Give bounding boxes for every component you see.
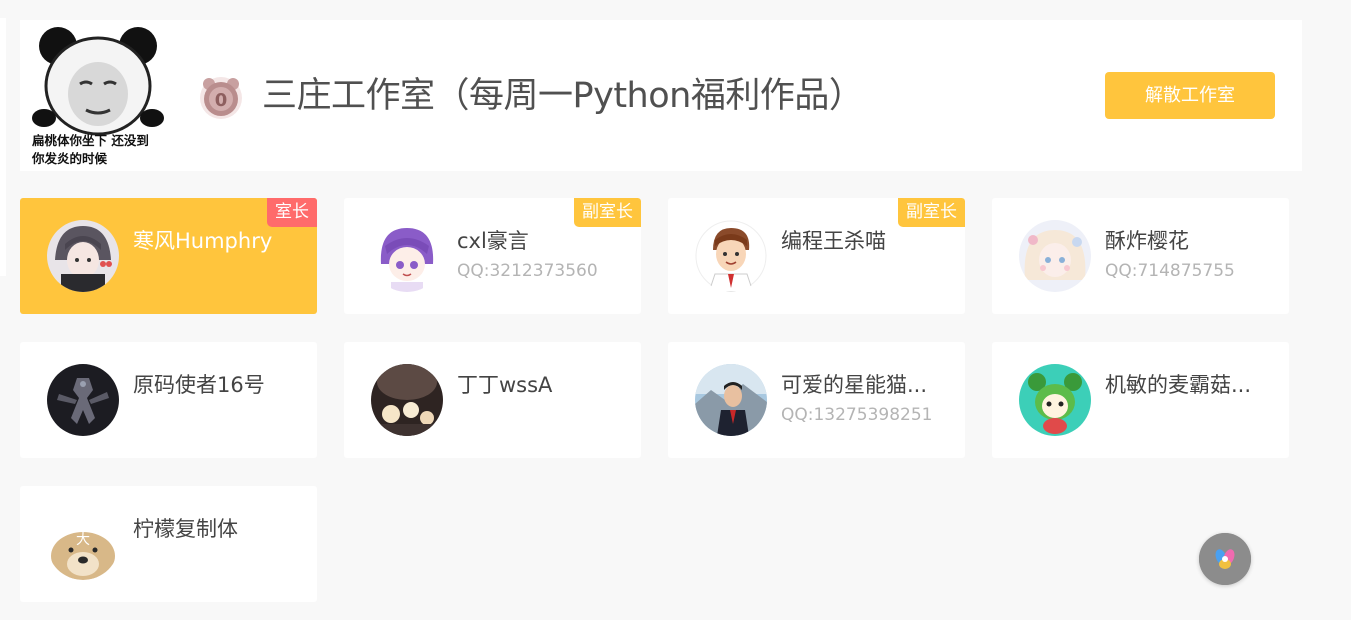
member-card[interactable]: 酥炸樱花 QQ:714875755 bbox=[992, 198, 1289, 314]
robot-mech-avatar bbox=[47, 364, 119, 436]
green-cartoon-avatar bbox=[1019, 364, 1091, 436]
member-name: 寒风Humphry bbox=[133, 229, 273, 253]
studio-avatar-caption-2: 你发炎的时候 bbox=[31, 151, 108, 166]
member-qq: QQ:13275398251 bbox=[781, 405, 933, 425]
member-name: 可爱的星能猫... bbox=[781, 373, 928, 397]
left-sidebar-strip bbox=[0, 18, 6, 276]
studio-avatar: 扁桃体你坐下 还没到 你发炎的时候 bbox=[30, 26, 166, 168]
cartoon-man-avatar bbox=[695, 220, 767, 292]
member-name: 酥炸樱花 bbox=[1105, 229, 1189, 253]
member-card[interactable]: 寒风Humphry 室长 bbox=[20, 198, 317, 314]
level-badge-icon: 0 bbox=[197, 74, 245, 120]
member-name: 编程王杀喵 bbox=[781, 229, 886, 253]
owner-role-badge: 室长 bbox=[267, 198, 317, 227]
member-card[interactable]: 可爱的星能猫... QQ:13275398251 bbox=[668, 342, 965, 458]
member-name: cxl豪言 bbox=[457, 229, 529, 253]
studio-title: 三庄工作室（每周一Python福利作品） bbox=[262, 76, 864, 116]
student-photo-avatar bbox=[695, 364, 767, 436]
member-card[interactable]: 机敏的麦霸菇... bbox=[992, 342, 1289, 458]
deputy-role-badge: 副室长 bbox=[574, 198, 641, 227]
member-card[interactable]: 编程王杀喵 副室长 bbox=[668, 198, 965, 314]
colorful-assistant-icon[interactable] bbox=[1199, 533, 1251, 585]
member-card[interactable]: 原码使者16号 bbox=[20, 342, 317, 458]
member-name: 丁丁wssA bbox=[457, 373, 553, 397]
pastel-anime-avatar bbox=[1019, 220, 1091, 292]
candles-photo-avatar bbox=[371, 364, 443, 436]
level-number: 0 bbox=[215, 90, 228, 111]
dog-photo-avatar: 大 bbox=[47, 508, 119, 580]
member-qq: QQ:714875755 bbox=[1105, 261, 1235, 281]
purple-hair-anime-avatar bbox=[371, 220, 443, 292]
anime-girl-avatar bbox=[47, 220, 119, 292]
disband-studio-button[interactable]: 解散工作室 bbox=[1105, 72, 1275, 119]
member-name: 柠檬复制体 bbox=[133, 517, 238, 541]
member-card[interactable]: 丁丁wssA bbox=[344, 342, 641, 458]
member-card[interactable]: 大 柠檬复制体 bbox=[20, 486, 317, 602]
deputy-role-badge: 副室长 bbox=[898, 198, 965, 227]
studio-header: 扁桃体你坐下 还没到 你发炎的时候 0 三庄工作室（每周一Python福利作品）… bbox=[20, 20, 1302, 171]
member-card[interactable]: cxl豪言 QQ:3212373560 副室长 bbox=[344, 198, 641, 314]
member-qq: QQ:3212373560 bbox=[457, 261, 598, 281]
member-name: 原码使者16号 bbox=[133, 373, 265, 397]
member-name: 机敏的麦霸菇... bbox=[1105, 373, 1252, 397]
studio-avatar-caption-1: 扁桃体你坐下 还没到 bbox=[31, 133, 149, 148]
svg-text:大: 大 bbox=[76, 532, 90, 548]
